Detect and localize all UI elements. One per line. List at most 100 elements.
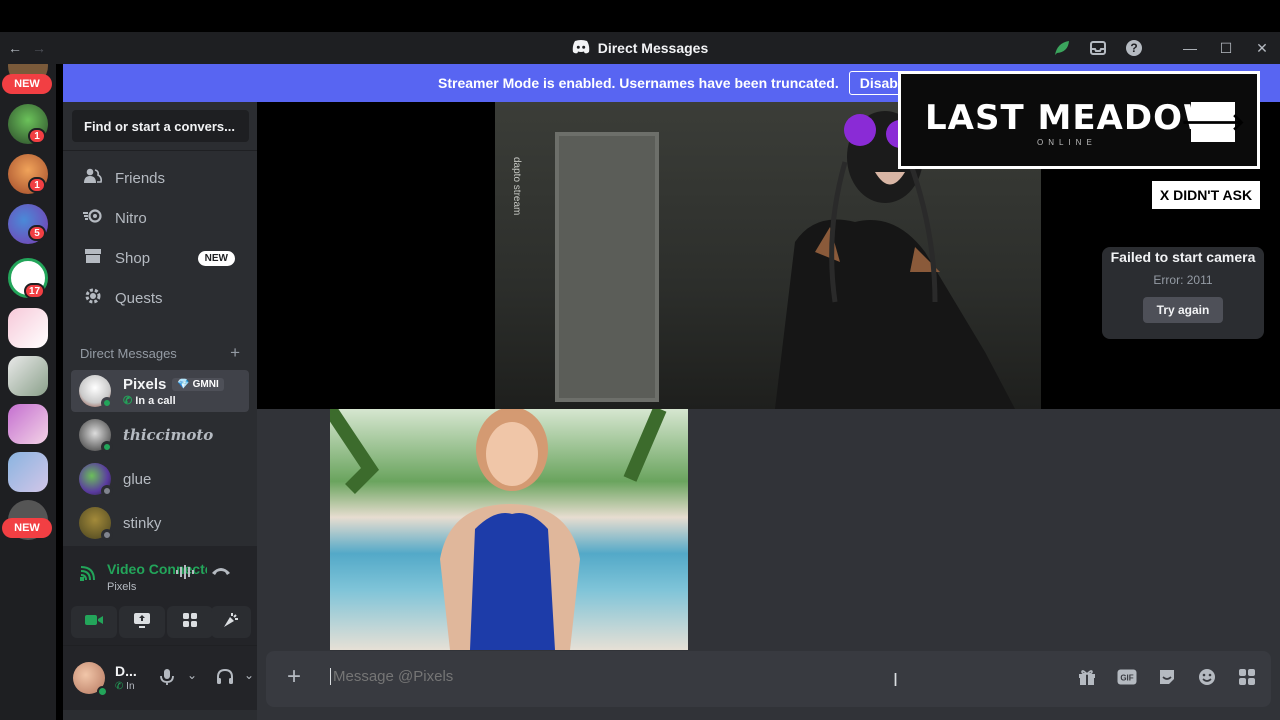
dm-name: thiccimoto bbox=[123, 426, 214, 444]
microphone-icon[interactable] bbox=[160, 668, 174, 691]
forward-icon[interactable]: → bbox=[32, 40, 46, 56]
window-title: Direct Messages bbox=[597, 40, 709, 56]
nav-quests[interactable]: Quests bbox=[71, 278, 249, 318]
avatar bbox=[79, 375, 113, 409]
user-status: In bbox=[126, 681, 135, 692]
status-offline bbox=[101, 529, 113, 541]
nav-shop[interactable]: Shop NEW bbox=[71, 238, 249, 278]
new-pill-top[interactable]: NEW bbox=[2, 74, 52, 94]
dm-header-label: Direct Messages bbox=[80, 346, 177, 361]
help-icon[interactable]: ? bbox=[1116, 32, 1152, 64]
dm-item-pixels[interactable]: Pixels 💎 GMNI ✆ In a call bbox=[71, 370, 249, 412]
door-background bbox=[555, 132, 659, 402]
back-icon[interactable]: ← bbox=[8, 40, 22, 56]
server-icon[interactable] bbox=[8, 452, 48, 492]
camera-error-title: Failed to start camera bbox=[1110, 249, 1256, 265]
activities-icon bbox=[182, 612, 198, 632]
mention-badge: 17 bbox=[24, 283, 46, 299]
mention-badge: 1 bbox=[28, 128, 46, 144]
nav-label: Nitro bbox=[115, 209, 147, 227]
pool-figure bbox=[330, 409, 667, 650]
ad-arrow-button[interactable]: 🡒 bbox=[1181, 102, 1245, 142]
minimize-icon[interactable]: — bbox=[1172, 32, 1208, 64]
signal-icon[interactable] bbox=[79, 566, 97, 587]
status-online bbox=[101, 441, 113, 453]
maximize-icon[interactable]: ☐ bbox=[1208, 32, 1244, 64]
banner-text: Streamer Mode is enabled. Usernames have… bbox=[438, 75, 839, 91]
ad-title: LAST MEADOW bbox=[925, 98, 1222, 138]
phone-icon: ✆ bbox=[123, 394, 136, 407]
dismiss-ad-button[interactable]: X DIDN'T ASK bbox=[1152, 181, 1260, 209]
video-tile-pool[interactable] bbox=[330, 409, 688, 650]
message-composer: + GIF bbox=[266, 651, 1271, 707]
server-icon[interactable] bbox=[8, 404, 48, 444]
status-offline bbox=[101, 485, 113, 497]
upload-plus-icon[interactable]: + bbox=[282, 665, 306, 689]
nav-label: Friends bbox=[115, 169, 166, 187]
avatar bbox=[79, 463, 113, 497]
composer-tools: GIF bbox=[1077, 667, 1257, 687]
camera-error-code: Error: 2011 bbox=[1153, 273, 1213, 287]
nav-label: Quests bbox=[115, 289, 163, 307]
dm-item-thiccimoto[interactable]: thiccimoto bbox=[71, 414, 249, 456]
disconnect-icon[interactable] bbox=[211, 564, 231, 582]
find-conversation-button[interactable]: Find or start a convers... bbox=[72, 110, 249, 142]
apps-icon[interactable] bbox=[1237, 667, 1257, 687]
guild-tag-label: GMNI bbox=[192, 378, 219, 390]
svg-text:?: ? bbox=[1130, 41, 1137, 55]
voice-channel[interactable]: Pixels bbox=[107, 581, 136, 593]
avatar bbox=[79, 507, 113, 541]
mention-badge: 1 bbox=[28, 177, 46, 193]
chevron-down-icon[interactable]: ⌄ bbox=[244, 668, 254, 682]
gift-icon[interactable] bbox=[1077, 667, 1097, 687]
camera-button[interactable] bbox=[71, 606, 117, 638]
svg-text:GIF: GIF bbox=[1120, 674, 1133, 683]
user-panel: D... ✆ In ⌄ ⌄ bbox=[63, 646, 290, 710]
screen-share-button[interactable] bbox=[119, 606, 165, 638]
activities-button[interactable] bbox=[167, 606, 213, 638]
screen-share-icon bbox=[133, 612, 151, 632]
create-dm-plus-icon[interactable]: + bbox=[230, 343, 240, 363]
last-meadow-ad[interactable]: LAST MEADOW ONLINE 🡒 bbox=[898, 71, 1260, 169]
stream-label: dapto stream bbox=[511, 157, 522, 216]
close-icon[interactable]: ✕ bbox=[1244, 32, 1280, 64]
call-stage: dapto stream Failed to start camera Erro… bbox=[257, 102, 1280, 720]
friends-icon bbox=[83, 168, 103, 189]
window-controls: ? — ☐ ✕ bbox=[1044, 32, 1280, 64]
soundboard-button[interactable] bbox=[211, 606, 251, 638]
voice-panel: Video Connected Pixels bbox=[63, 546, 257, 646]
emoji-icon[interactable] bbox=[1197, 667, 1217, 687]
try-again-button[interactable]: Try again bbox=[1142, 297, 1224, 323]
phone-icon: ✆ bbox=[115, 681, 127, 692]
server-rail: NEW 1 1 5 17 NEW bbox=[0, 64, 56, 720]
noise-suppression-icon[interactable] bbox=[175, 564, 195, 585]
dm-name: Pixels bbox=[123, 375, 167, 393]
dm-item-glue[interactable]: glue bbox=[71, 458, 249, 500]
sticker-icon[interactable] bbox=[1157, 667, 1177, 687]
gem-icon: 💎 bbox=[177, 378, 193, 390]
nav-nitro[interactable]: Nitro bbox=[71, 198, 249, 238]
dm-name: glue bbox=[123, 470, 152, 488]
discord-logo-icon bbox=[572, 39, 590, 57]
shop-icon bbox=[83, 248, 103, 269]
avatar bbox=[79, 419, 113, 453]
divider bbox=[63, 150, 257, 151]
guild-tag: 💎 GMNI bbox=[172, 377, 224, 391]
soundboard-icon bbox=[222, 611, 240, 633]
dm-item-stinky[interactable]: stinky bbox=[71, 502, 249, 544]
headphones-icon[interactable] bbox=[216, 668, 234, 691]
chevron-down-icon[interactable]: ⌄ bbox=[187, 668, 197, 682]
new-pill-bottom[interactable]: NEW bbox=[2, 518, 52, 538]
nav-friends[interactable]: Friends bbox=[71, 158, 249, 198]
camera-icon bbox=[84, 613, 104, 631]
mention-badge: 5 bbox=[28, 225, 46, 241]
server-icon[interactable] bbox=[8, 356, 48, 396]
inbox-icon[interactable] bbox=[1080, 32, 1116, 64]
history-nav: ← → bbox=[8, 32, 46, 64]
status-online bbox=[97, 686, 108, 697]
gif-icon[interactable]: GIF bbox=[1117, 667, 1137, 687]
dm-sub: In a call bbox=[135, 394, 176, 407]
message-input[interactable] bbox=[330, 668, 930, 685]
server-icon[interactable] bbox=[8, 308, 48, 348]
nitro-leaf-icon[interactable] bbox=[1044, 32, 1080, 64]
